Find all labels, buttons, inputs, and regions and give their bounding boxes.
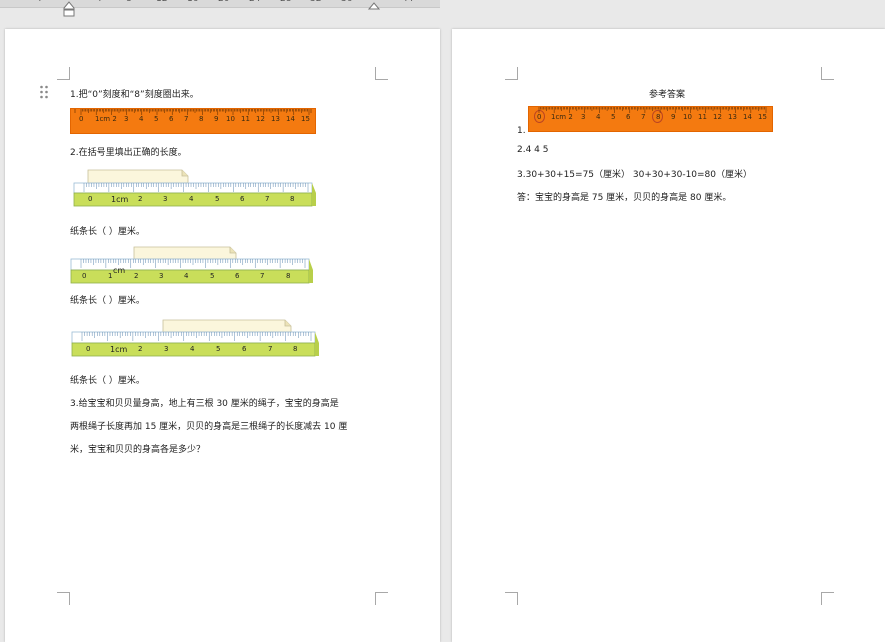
orange-ruler-answer-image: 0 1cm 2 3 4 5 6 7 8 9 10 11 12 13 14 15	[528, 106, 773, 132]
ruler-label: 7	[260, 272, 265, 280]
ruler-tick: 32	[310, 0, 321, 4]
answer-item-2: 2.4 4 5	[517, 145, 549, 155]
document-page-1[interactable]: 1.把“0”刻度和“8”刻度圈出来。 0 1cm 2 3 4 5 6 7 8 9…	[5, 29, 440, 642]
ruler-label: 8	[286, 272, 291, 280]
ruler-label: 4	[189, 195, 194, 203]
question-2: 2.在括号里填出正确的长度。	[70, 148, 187, 158]
ruler-graphic	[71, 319, 319, 357]
ruler-label: 6	[242, 345, 247, 353]
ruler-label: 0	[88, 195, 93, 203]
drag-handle-icon[interactable]	[39, 85, 49, 99]
right-indent-marker-icon[interactable]	[368, 1, 380, 11]
ruler-label: 3	[163, 195, 168, 203]
ruler-label: 6	[235, 272, 240, 280]
ruler-tick-marks	[538, 107, 767, 113]
ruler-tick: 28	[280, 0, 291, 4]
ruler-label: 1	[108, 272, 113, 280]
margin-corner	[505, 67, 518, 80]
margin-corner	[57, 67, 70, 80]
margin-corner	[821, 592, 834, 605]
green-ruler-1-image: 0 1cm 2 3 4 5 6 7 8	[72, 169, 316, 209]
ruler-label: 1cm	[111, 195, 129, 204]
document-page-2[interactable]: 参考答案 0 1cm 2 3 4 5 6 7 8 9 10 11 12 13 1…	[452, 29, 885, 642]
ruler-label: 6	[240, 195, 245, 203]
answer-item-3: 3.30+30+15=75（厘米） 30+30+30-10=80（厘米）	[517, 170, 753, 180]
margin-corner	[821, 67, 834, 80]
ruler-label: 8	[290, 195, 295, 203]
question-3-line-1: 3.给宝宝和贝贝量身高，地上有三根 30 厘米的绳子，宝宝的身高是	[70, 399, 339, 409]
answer-line-2: 纸条长（ ）厘米。	[70, 296, 145, 306]
answer-item-1: 1.	[517, 126, 526, 136]
ruler-tick: 12	[156, 0, 167, 4]
ruler-label: 5	[216, 345, 221, 353]
ruler-tick: 44	[402, 0, 413, 4]
ruler-label: cm	[113, 266, 126, 275]
green-ruler-2-image: 0 1 cm 2 3 4 5 6 7 8	[70, 246, 314, 286]
ruler-label: 4	[184, 272, 189, 280]
ruler-label: 5	[210, 272, 215, 280]
ruler-tick: 16	[187, 0, 198, 4]
ruler-tick: 36	[341, 0, 352, 4]
green-ruler-3-image: 0 1cm 2 3 4 5 6 7 8	[71, 319, 321, 359]
margin-corner	[375, 592, 388, 605]
ruler-label: 5	[215, 195, 220, 203]
orange-ruler-image: 0 1cm 2 3 4 5 6 7 8 9 10 11 12 13 14 15	[70, 108, 316, 134]
margin-corner	[57, 592, 70, 605]
ruler-label: 2	[138, 195, 143, 203]
ruler-label: 4	[190, 345, 195, 353]
margin-corner	[505, 592, 518, 605]
answer-line-1: 纸条长（ ）厘米。	[70, 227, 145, 237]
ruler-tick: 8	[126, 0, 132, 4]
ruler-tick-marks	[80, 109, 310, 115]
question-3-line-2: 两根绳子长度再加 15 厘米，贝贝的身高是三根绳子的长度减去 10 厘	[70, 422, 348, 432]
indent-marker-icon[interactable]	[63, 1, 75, 17]
ruler-tick: 24	[249, 0, 260, 4]
ruler-label: 7	[265, 195, 270, 203]
ruler-label: 3	[164, 345, 169, 353]
question-3-line-3: 米，宝宝和贝贝的身高各是多少？	[70, 445, 206, 455]
ruler-label: 1cm	[110, 345, 128, 354]
ruler-label: 2	[134, 272, 139, 280]
answer-key-title: 参考答案	[649, 90, 686, 100]
ruler-label: 2	[138, 345, 143, 353]
ruler-label: 3	[159, 272, 164, 280]
ruler-label: 0	[82, 272, 87, 280]
question-1: 1.把“0”刻度和“8”刻度圈出来。	[70, 90, 199, 100]
ruler-tick: 4	[36, 0, 42, 4]
ruler-graphic	[73, 169, 316, 207]
margin-corner	[375, 67, 388, 80]
ruler-label: 8	[293, 345, 298, 353]
answer-item-4: 答：宝宝的身高是 75 厘米，贝贝的身高是 80 厘米。	[517, 193, 732, 203]
ruler-tick: 20	[218, 0, 229, 4]
ruler-graphic	[70, 246, 313, 284]
ruler-label: 0	[86, 345, 91, 353]
ruler-label: 7	[268, 345, 273, 353]
ruler-tick: 4	[96, 0, 102, 4]
answer-line-3: 纸条长（ ）厘米。	[70, 376, 145, 386]
